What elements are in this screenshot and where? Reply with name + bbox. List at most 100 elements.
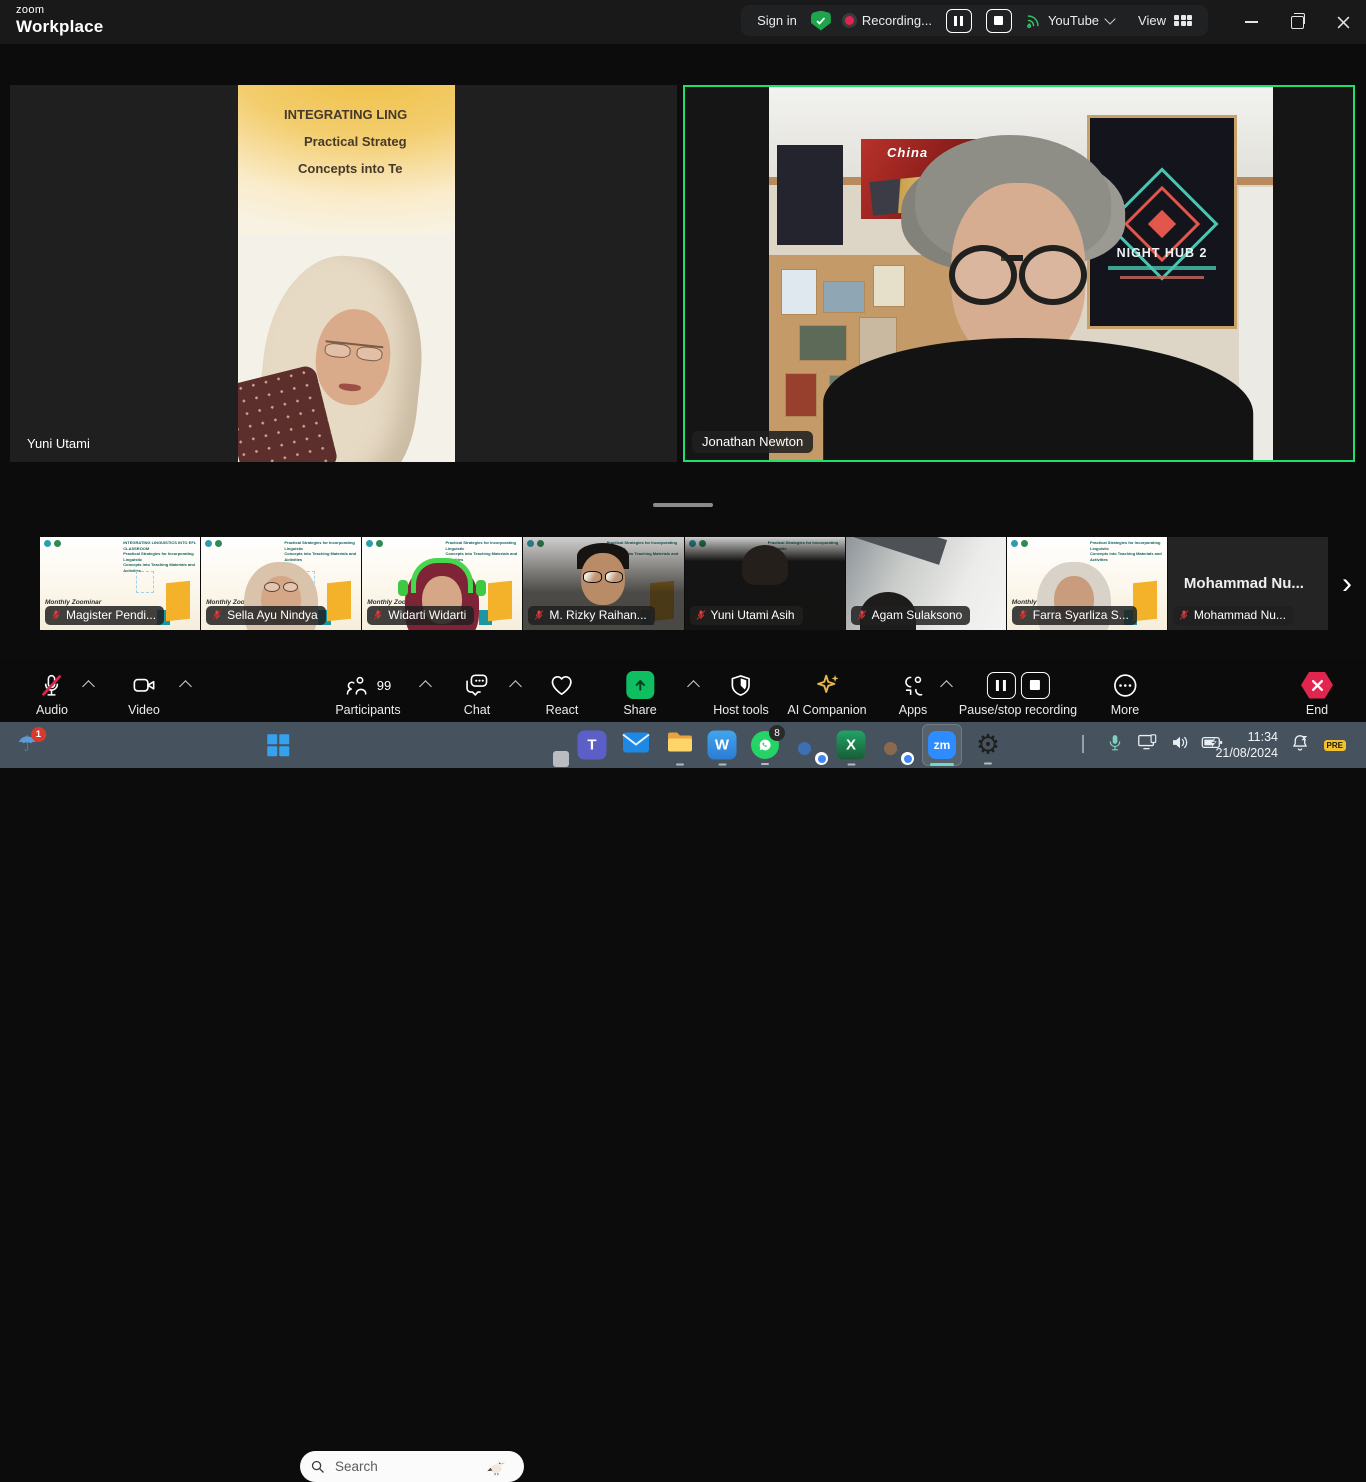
participants-button[interactable]: 99 Participants [335,669,400,717]
apps-label: Apps [899,703,928,717]
muted-mic-icon [1017,609,1029,621]
filmstrip-tile-farra[interactable]: Practical Strategies for Incorporating L… [1007,537,1167,630]
video-button[interactable]: Video [128,669,160,717]
chat-options-chevron[interactable] [509,680,522,693]
tray-mic-indicator[interactable] [1107,734,1123,757]
settings-app-button[interactable]: ⚙ [976,732,1000,759]
share-label: Share [623,703,656,717]
filmstrip-next-button[interactable]: › [1334,565,1360,605]
more-button[interactable]: More [1111,669,1139,717]
folder-icon [666,731,694,755]
participants-filmstrip: INTEGRATING LINGUISTICS INTO EFL CLASSRO… [40,537,1328,630]
filmstrip-tile-rizky[interactable]: Practical Strategies for Incorporating L… [523,537,683,630]
tray-notifications[interactable] [1291,733,1310,757]
apps-icon [901,669,926,701]
shield-icon [729,669,754,701]
filmstrip-tile-mohammad[interactable]: Mohammad Nu... Mohammad Nu... [1168,537,1328,630]
ai-companion-button[interactable]: AI Companion [787,669,866,717]
search-bird-image [485,1456,507,1478]
weather-widget[interactable]: ☂ 1 [17,734,37,756]
taskbar-search[interactable] [300,1451,524,1482]
restore-button[interactable] [1274,0,1320,44]
chat-label: Chat [464,703,490,717]
react-label: React [546,703,579,717]
restore-icon [1291,16,1304,29]
search-input[interactable] [333,1458,477,1475]
gallery-view-icon [1174,15,1192,27]
jonathan-video-feed: China NIGHT HUB 2 [769,87,1273,460]
participant-name-label: Yuni Utami Asih [711,608,795,622]
participants-count: 99 [377,678,391,693]
zoom-app-button[interactable]: zm [922,724,962,766]
stop-recording-icon[interactable] [1020,672,1049,699]
word-app-button[interactable]: W [708,731,737,760]
share-screen-icon [626,671,654,699]
filmstrip-tile-sella[interactable]: Practical Strategies for Incorporating L… [201,537,361,630]
audio-options-chevron[interactable] [82,680,95,693]
participants-options-chevron[interactable] [419,680,432,693]
whatsapp-badge: 8 [769,725,785,741]
view-label: View [1138,13,1166,28]
participant-name-label: Agam Sulaksono [872,608,963,622]
ai-companion-label: AI Companion [787,703,866,717]
stop-recording-button[interactable] [986,9,1012,33]
slide-line-3: Concepts into Te [298,155,455,182]
security-shield-icon[interactable] [811,11,831,31]
view-button[interactable]: View [1138,13,1192,28]
filmstrip-tile-yuni-asih[interactable]: Practical Strategies for Incorporating L… [685,537,845,630]
teams-app-button[interactable]: T [578,731,607,760]
host-tools-button[interactable]: Host tools [713,669,769,717]
participant-name-label: Widarti Widarti [388,608,466,622]
pause-recording-button[interactable] [946,9,972,33]
end-meeting-button[interactable]: End [1301,669,1333,717]
filmstrip-drag-handle[interactable] [653,503,713,507]
video-tile-yuni-utami[interactable]: INTEGRATING LING Practical Strateg Conce… [10,85,677,462]
start-button[interactable] [267,734,289,756]
mail-icon [622,732,650,754]
livestream-icon [1026,13,1041,28]
recording-status-label: Recording... [862,13,932,28]
mail-app-button[interactable] [622,732,650,759]
windows-taskbar: ☂ 1 T W 8 X zm ⚙ [0,722,1366,768]
file-explorer-button[interactable] [666,731,694,760]
more-label: More [1111,703,1139,717]
tray-volume[interactable] [1171,734,1190,756]
close-button[interactable] [1320,0,1366,44]
muted-mic-icon [372,609,384,621]
minimize-button[interactable] [1228,0,1274,44]
tray-overflow-button[interactable] [1083,736,1084,754]
more-ellipsis-icon [1111,669,1138,701]
chat-button[interactable]: Chat [464,669,490,717]
pause-stop-label: Pause/stop recording [959,703,1077,717]
tray-clock[interactable]: 11:34 21/08/2024 [1215,729,1278,762]
react-button[interactable]: React [546,669,579,717]
pause-recording-icon[interactable] [986,672,1015,699]
filmstrip-tile-widarti[interactable]: Practical Strategies for Incorporating L… [362,537,522,630]
sign-in-button[interactable]: Sign in [757,13,797,28]
excel-app-button[interactable]: X [837,731,866,760]
display-icon [1138,734,1158,751]
filmstrip-tile-magister[interactable]: INTEGRATING LINGUISTICS INTO EFL CLASSRO… [40,537,200,630]
apps-options-chevron[interactable] [940,680,953,693]
search-icon [310,1459,325,1474]
display-name-text: Mohammad Nu... [1168,575,1320,592]
ai-sparkle-icon [813,669,841,701]
china-poster-title: China [887,145,928,160]
pause-stop-recording-button[interactable]: Pause/stop recording [959,669,1077,717]
participant-name-label: Sella Ayu Nindya [227,608,318,622]
whatsapp-app-button[interactable]: 8 [751,731,779,759]
video-tile-jonathan-newton-active-speaker[interactable]: China NIGHT HUB 2 Jonathan Newton [683,85,1355,462]
livestream-selector[interactable]: YouTube [1026,13,1114,28]
muted-mic-icon [211,609,223,621]
filmstrip-tile-agam[interactable]: Agam Sulaksono [846,537,1006,630]
apps-button[interactable]: Apps [899,669,928,717]
whatsapp-icon: 8 [751,731,779,759]
share-button[interactable]: Share [623,669,656,717]
participants-label: Participants [335,703,400,717]
video-options-chevron[interactable] [179,680,192,693]
bell-icon [1291,733,1310,752]
windows-logo-icon [267,734,289,756]
share-options-chevron[interactable] [687,680,700,693]
audio-button[interactable]: Audio [36,669,68,717]
tray-cast-indicator[interactable] [1138,734,1158,756]
